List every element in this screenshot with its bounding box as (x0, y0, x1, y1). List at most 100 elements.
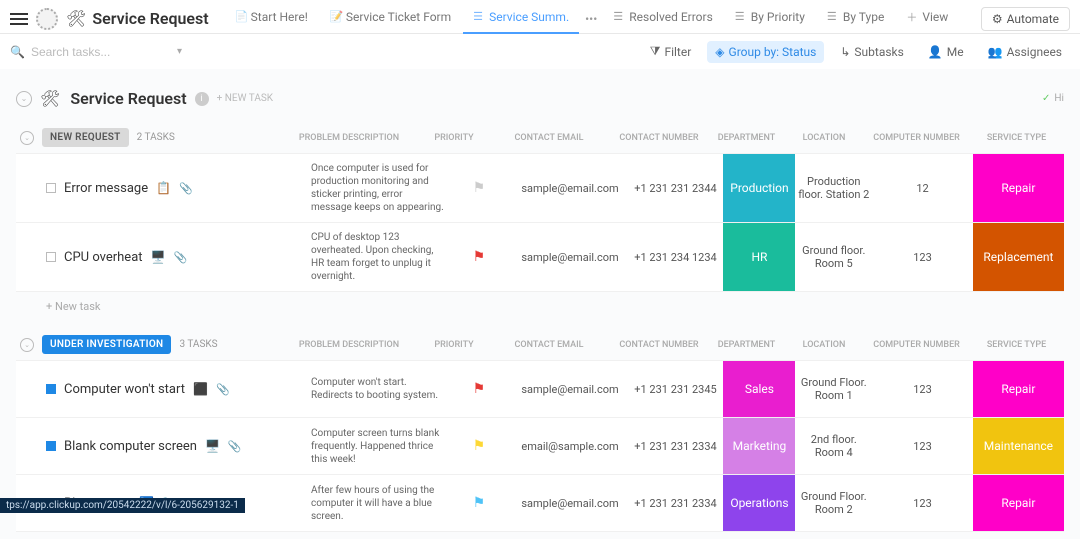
task-count: 3 TASKS (179, 339, 217, 350)
list-icon: ☰ (473, 10, 485, 23)
doc-icon: 📄 (235, 10, 247, 23)
priority-cell[interactable]: ⚑ (445, 249, 512, 265)
service-type-cell[interactable]: Repair (973, 361, 1064, 417)
priority-cell[interactable]: ⚑ (445, 180, 512, 196)
group-collapse-toggle[interactable]: ⌄ (20, 338, 34, 352)
attachment-icon[interactable]: 📎 (216, 383, 230, 396)
problem-description-cell: Computer won't start. Redirects to booti… (311, 376, 445, 402)
problem-description-cell: CPU of desktop 123 overheated. Upon chec… (311, 231, 445, 283)
assignees-button[interactable]: 👥 Assignees (980, 41, 1070, 63)
more-dots-icon[interactable]: ••• (581, 12, 601, 26)
new-task-button[interactable]: + NEW TASK (217, 93, 273, 104)
filter-button[interactable]: ⧩ Filter (642, 40, 700, 63)
department-cell[interactable]: Operations (723, 475, 795, 531)
contact-email-cell: sample@email.com (512, 497, 627, 510)
service-type-cell[interactable]: Replacement (973, 223, 1064, 291)
tab-resolved-errors[interactable]: ☰ Resolved Errors (603, 4, 723, 34)
space-icon-small: 🛠 (40, 89, 60, 108)
status-square[interactable] (46, 183, 56, 193)
service-type-cell[interactable]: Repair (973, 475, 1064, 531)
attachment-icon[interactable]: 📎 (228, 440, 242, 453)
group-collapse-toggle[interactable]: ⌄ (20, 131, 34, 145)
contact-email-cell: email@sample.com (512, 440, 627, 453)
tab-label: View (922, 10, 948, 24)
task-name[interactable]: Error message (64, 181, 148, 196)
filter-icon: ⧩ (650, 44, 661, 59)
priority-cell[interactable]: ⚑ (445, 495, 512, 511)
status-square[interactable] (46, 441, 56, 451)
status-pill[interactable]: UNDER INVESTIGATION (42, 335, 171, 354)
service-type-cell[interactable]: Repair (973, 154, 1064, 222)
new-task-row[interactable]: + New task (16, 292, 1064, 327)
section-title: Service Request (70, 89, 186, 108)
automate-button[interactable]: ⚙ Automate (981, 7, 1070, 31)
task-emoji-icon: 📋 (156, 181, 171, 195)
task-emoji-icon: 🖥️ (151, 250, 166, 264)
department-cell[interactable]: Marketing (723, 418, 795, 474)
flag-icon: ⚑ (473, 249, 486, 265)
section-collapse-toggle[interactable]: ⌄ (16, 91, 32, 107)
problem-description-cell: Once computer is used for production mon… (311, 162, 445, 214)
tab-start-here[interactable]: 📄 Start Here! (225, 4, 318, 34)
search-input[interactable] (31, 45, 151, 59)
list-icon: ☰ (735, 10, 747, 23)
contact-number-cell: +1 231 231 2334 (628, 497, 724, 510)
task-name[interactable]: Computer won't start (64, 382, 185, 397)
flag-icon: ⚑ (473, 381, 486, 397)
table-row[interactable]: Error message 📋 📎 Once computer is used … (16, 153, 1064, 223)
service-type-cell[interactable]: Maintenance (973, 418, 1064, 474)
subtasks-button[interactable]: ↳ Subtasks (832, 41, 911, 63)
attachment-icon[interactable]: 📎 (173, 251, 187, 264)
contact-number-cell: +1 231 231 2334 (628, 440, 724, 453)
priority-cell[interactable]: ⚑ (445, 438, 512, 454)
search-icon: 🔍 (10, 45, 25, 59)
me-label: Me (947, 45, 964, 59)
hide-button[interactable]: ✓ Hi (1042, 93, 1064, 104)
page-title: Service Request (92, 9, 208, 28)
chevron-down-icon[interactable]: ▾ (177, 46, 182, 57)
contact-number-cell: +1 231 234 1234 (628, 251, 724, 264)
tab-by-type[interactable]: ☰ By Type (817, 4, 894, 34)
task-name[interactable]: Blank computer screen (64, 439, 197, 454)
flag-icon: ⚑ (473, 180, 486, 196)
list-icon: ☰ (827, 10, 839, 23)
location-cell: Ground Floor. Room 2 (795, 490, 872, 516)
flag-icon: ⚑ (473, 438, 486, 454)
task-name[interactable]: CPU overheat (64, 250, 143, 265)
table-row[interactable]: CPU overheat 🖥️ 📎 CPU of desktop 123 ove… (16, 223, 1064, 292)
priority-cell[interactable]: ⚑ (445, 381, 512, 397)
assignees-label: Assignees (1007, 45, 1062, 59)
space-icon: 🛠 (66, 9, 86, 28)
department-cell[interactable]: Sales (723, 361, 795, 417)
hamburger-icon[interactable] (10, 10, 28, 28)
tab-label: Start Here! (251, 10, 308, 24)
attachment-icon[interactable]: 📎 (179, 182, 193, 195)
table-row[interactable]: Blank computer screen 🖥️ 📎 Computer scre… (16, 418, 1064, 475)
status-square[interactable] (46, 384, 56, 394)
automation-icon: ⚙ (992, 12, 1003, 26)
problem-description-cell: Computer screen turns blank frequently. … (311, 427, 445, 466)
department-cell[interactable]: Production (723, 154, 795, 222)
groupby-icon: ◈ (715, 45, 724, 59)
info-icon[interactable]: i (195, 92, 209, 106)
tab-service-ticket-form[interactable]: 📝 Service Ticket Form (320, 4, 461, 34)
location-cell: 2nd floor. Room 4 (795, 433, 872, 459)
group-by-button[interactable]: ◈ Group by: Status (707, 41, 824, 63)
department-cell[interactable]: HR (723, 223, 795, 291)
tab-label: Service Ticket Form (346, 10, 451, 24)
tab-service-summary[interactable]: ☰ Service Summ. (463, 4, 579, 34)
me-button[interactable]: 👤 Me (920, 41, 972, 63)
group-by-label: Group by: Status (729, 45, 817, 59)
tab-add-view[interactable]: ＋ View (896, 3, 958, 35)
person-icon: 👤 (928, 45, 943, 59)
task-emoji-icon: 🖥️ (205, 439, 220, 453)
browser-status-bar: tps://app.clickup.com/20542222/v/l/6-205… (0, 498, 245, 513)
status-square[interactable] (46, 252, 56, 262)
contact-number-cell: +1 231 231 2345 (628, 383, 724, 396)
contact-email-cell: sample@email.com (512, 383, 627, 396)
table-row[interactable]: Computer won't start ⬛ 📎 Computer won't … (16, 360, 1064, 418)
tab-by-priority[interactable]: ☰ By Priority (725, 4, 815, 34)
status-pill[interactable]: NEW REQUEST (42, 128, 129, 147)
people-icon: 👥 (988, 45, 1003, 59)
subtask-icon: ↳ (840, 45, 850, 59)
